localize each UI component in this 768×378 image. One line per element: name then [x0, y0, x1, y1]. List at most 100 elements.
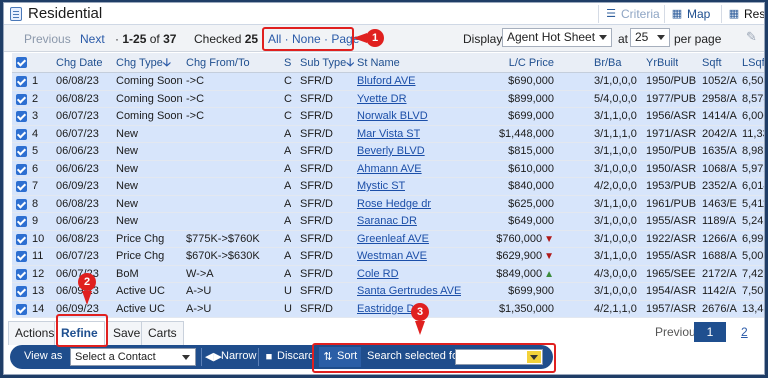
table-row[interactable]: 8 06/08/23 New A SFR/D Rose Hedge dr $625,000 3…	[12, 195, 764, 213]
status: A	[284, 266, 291, 283]
chg-date: 06/08/23	[56, 91, 99, 108]
display-select[interactable]: Agent Hot Sheet	[502, 28, 612, 47]
street-link[interactable]: Ahmann AVE	[357, 161, 422, 178]
row-checkbox[interactable]	[16, 76, 27, 87]
row-checkbox[interactable]	[16, 286, 27, 297]
street-link[interactable]: Bluford AVE	[357, 73, 416, 90]
table-row[interactable]: 5 06/06/23 New A SFR/D Beverly BLVD $815,000 3/…	[12, 143, 764, 161]
sqft: 1142/A	[702, 283, 736, 300]
row-checkbox[interactable]	[16, 251, 27, 262]
chg-date-text: 06/08/23	[56, 232, 99, 245]
discard-button[interactable]: Discard	[277, 350, 314, 362]
yr-built: 1955/ASR	[646, 248, 696, 265]
next-link[interactable]: Next	[80, 32, 105, 46]
previous-link[interactable]: Previous	[24, 32, 71, 46]
page-2-link[interactable]: 2	[741, 325, 748, 339]
col-status[interactable]: S	[284, 53, 291, 72]
per-page-select[interactable]: 25	[630, 28, 670, 47]
col-sqft[interactable]: Sqft	[702, 53, 722, 72]
col-br-ba[interactable]: Br/Ba	[594, 53, 622, 72]
row-number: 9	[32, 213, 38, 230]
street-link[interactable]: Santa Gertrudes AVE	[357, 283, 461, 300]
street-link[interactable]: Greenleaf AVE	[357, 231, 429, 248]
lsqft-text: 6,014	[742, 180, 764, 192]
chg-date-text: 06/06/23	[56, 215, 99, 227]
table-row[interactable]: 14 06/09/23 Active UC A->U U SFR/D Eastridge D…	[12, 300, 764, 318]
row-checkbox[interactable]	[16, 128, 27, 140]
tab-results[interactable]: ▦ Resu	[721, 5, 764, 23]
row-checkbox[interactable]	[16, 93, 27, 105]
table-row[interactable]: 10 06/08/23 Price Chg $775K->$760K A SFR/D Gre…	[12, 230, 764, 248]
divider	[258, 348, 259, 366]
sort-down-icon: 🡣	[346, 57, 355, 69]
street-link[interactable]: Cole RD	[357, 266, 399, 283]
street-link[interactable]: Beverly BLVD	[357, 143, 425, 160]
col-chg-type-label: Chg Type	[116, 57, 163, 69]
col-sub-type[interactable]: Sub Type🡣	[300, 53, 354, 72]
tab-map[interactable]: ▦ Map	[664, 5, 718, 23]
row-checkbox[interactable]	[16, 303, 27, 315]
col-lsqft[interactable]: LSqft	[742, 53, 764, 72]
row-number-text: 7	[32, 180, 39, 192]
chg-type-text: New	[116, 197, 139, 210]
row-checkbox[interactable]	[16, 181, 27, 192]
row-checkbox[interactable]	[16, 198, 27, 210]
street-link[interactable]: Mystic ST	[357, 178, 405, 195]
street-link[interactable]: Yvette DR	[357, 91, 407, 108]
status-text: C	[284, 110, 292, 122]
street-link[interactable]: Norwalk BLVD	[357, 108, 428, 125]
row-checkbox[interactable]	[16, 146, 27, 157]
row-checkbox[interactable]	[16, 163, 27, 175]
row-checkbox[interactable]	[16, 233, 27, 245]
table-row[interactable]: 1 06/08/23 Coming Soon ->C C SFR/D Bluford AVE…	[12, 73, 764, 91]
lc-price-text: $625,000	[508, 197, 554, 210]
page-1-button[interactable]: 1	[694, 322, 726, 342]
chg-type: Price Chg	[116, 248, 164, 265]
street-link[interactable]: Mar Vista ST	[357, 126, 420, 143]
lsqft-text: 6,508	[742, 75, 764, 87]
table-row[interactable]: 12 06/07/23 BoM W->A A SFR/D Cole RD $849,000 ▲ 4…	[12, 265, 764, 283]
row-checkbox[interactable]	[16, 268, 27, 280]
col-chg-date[interactable]: Chg Date	[56, 53, 102, 72]
table-row[interactable]: 6 06/06/23 New A SFR/D Ahmann AVE $610,000 3/1,…	[12, 160, 764, 178]
table-row[interactable]: 11 06/07/23 Price Chg $670K->$630K A SFR/D Wes…	[12, 248, 764, 266]
narrow-button[interactable]: Narrow	[221, 350, 256, 362]
street-link[interactable]: Saranac DR	[357, 213, 417, 230]
tab-carts[interactable]: Carts	[141, 321, 184, 345]
sqft: 1052/A	[702, 73, 737, 90]
lsqft: 5,411	[742, 196, 764, 213]
table-row[interactable]: 3 06/07/23 Coming Soon ->C C SFR/D Norwalk BLV…	[12, 108, 764, 126]
lc-price-text: $1,350,000	[498, 302, 554, 315]
br-ba-text: 3/1,1,0,0	[594, 110, 637, 122]
callout-box-refine	[56, 314, 108, 347]
lsqft: 11,333	[742, 126, 764, 143]
col-chg-type[interactable]: Chg Type🡣	[116, 53, 171, 72]
street-link-text: Greenleaf AVE	[357, 232, 429, 245]
table-row[interactable]: 7 06/09/23 New A SFR/D Mystic ST $840,000 4/2,0…	[12, 178, 764, 196]
street-link[interactable]: Westman AVE	[357, 248, 427, 265]
br-ba: 4/2,1,1,0	[594, 301, 637, 318]
lc-price-text: $760,000	[496, 232, 543, 245]
br-ba-text: 3/1,0,0,0	[594, 232, 637, 245]
street-link-text: Westman AVE	[357, 250, 427, 262]
col-yr-built[interactable]: YrBuilt	[646, 53, 678, 72]
table-row[interactable]: 13 06/09/23 Active UC A->U U SFR/D Santa Gertr…	[12, 283, 764, 301]
tab-criteria[interactable]: ☰ Criteria	[598, 5, 660, 23]
table-row[interactable]: 9 06/06/23 New A SFR/D Saranac DR $649,000 3/1,…	[12, 213, 764, 231]
sqft-text: 1635/A	[702, 145, 737, 157]
row-checkbox[interactable]	[16, 111, 27, 122]
col-lc-price[interactable]: L/C Price	[478, 53, 554, 72]
col-chg-from-to[interactable]: Chg From/To	[186, 53, 250, 72]
street-link[interactable]: Rose Hedge dr	[357, 196, 431, 213]
edit-icon[interactable]: ✎	[746, 30, 760, 44]
select-all-checkbox[interactable]	[16, 57, 27, 68]
row-checkbox[interactable]	[16, 216, 27, 227]
sub-type-text: SFR/D	[300, 92, 333, 105]
row-number-text: 3	[32, 110, 39, 122]
sqft: 2352/A	[702, 178, 737, 195]
table-row[interactable]: 4 06/07/23 New A SFR/D Mar Vista ST $1,448,000…	[12, 125, 764, 143]
sqft-text: 1266/A	[702, 232, 737, 245]
table-row[interactable]: 2 06/08/23 Coming Soon ->C C SFR/D Yvette DR $8…	[12, 90, 764, 108]
col-st-name[interactable]: St Name	[357, 53, 400, 72]
contact-select[interactable]: Select a Contact	[70, 348, 196, 366]
